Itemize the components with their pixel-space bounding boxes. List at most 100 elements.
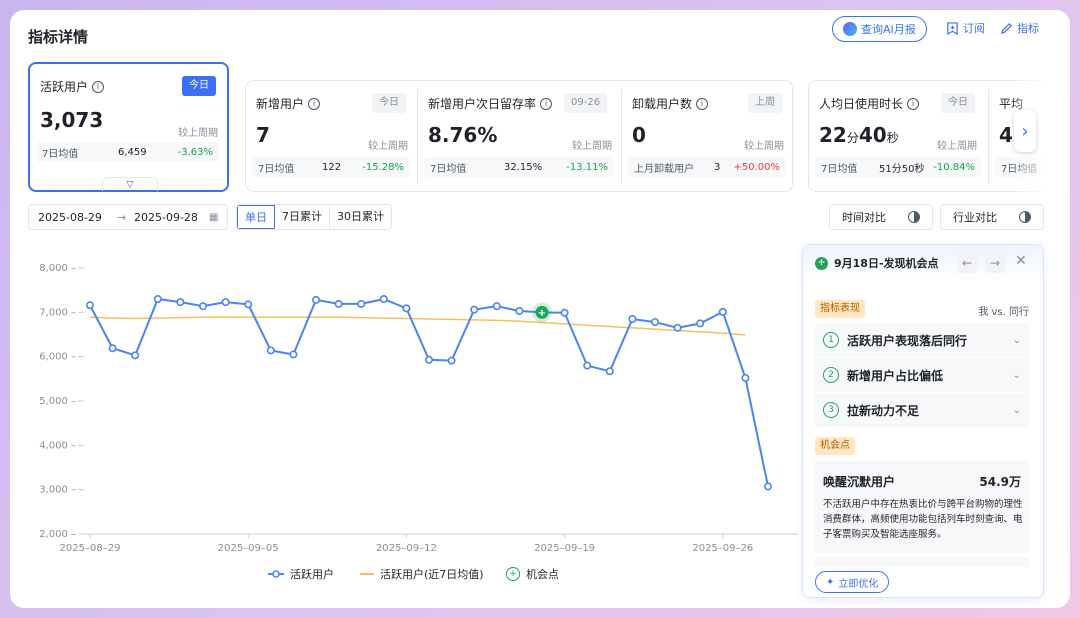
avg-label: 7日均值: [258, 163, 295, 175]
legend-label: 活跃用户(近7日均值): [380, 568, 484, 581]
chevron-down-icon: ⌄: [1012, 404, 1021, 416]
data-point: [379, 295, 388, 304]
opportunity-card[interactable]: 唤醒沉默用户 54.9万 不活跃用户中存在热衷比价与跨平台购物的理性消费群体，高…: [815, 461, 1029, 553]
avg-value: 32.15%: [504, 161, 543, 173]
page-title: 指标详情: [28, 28, 89, 46]
issue-item[interactable]: 2 新增用户占比偏低 ⌄: [815, 358, 1029, 392]
metric-name-text: 新增用户次日留存率: [428, 97, 537, 111]
ai-report-label: 查询AI月报: [861, 23, 916, 36]
metric-name-text: 新增用户: [256, 97, 305, 111]
legend-item-active-users[interactable]: 活跃用户: [268, 566, 334, 582]
metric-card-group-1: 新增用户 i 今日 7 较上周期 7日均值 122 -15.28% 新增用户次日留…: [245, 80, 793, 192]
metric-name-text: 活跃用户: [40, 80, 89, 94]
subscribe-label: 订阅: [963, 22, 985, 35]
optimize-label: 立即优化: [838, 578, 879, 590]
panel-title-text: 9月18日-发现机会点: [834, 257, 939, 270]
data-point: [718, 307, 727, 316]
x-tick-label: 2025–09–26: [692, 543, 753, 554]
opportunity-panel: + 9月18日-发现机会点 ← → ✕ 指标表现 我 vs. 同行 1 活跃用户…: [802, 244, 1044, 598]
info-icon[interactable]: i: [308, 97, 321, 110]
issue-item[interactable]: 1 活跃用户表现落后同行 ⌄: [815, 323, 1029, 357]
opportunity-title: 唤醒沉默用户: [823, 475, 896, 489]
x-tick-label: 2025–08–29: [60, 543, 121, 554]
tab-7-day[interactable]: 7日累计: [275, 205, 330, 229]
data-point: [628, 314, 637, 323]
scroll-right-chevron-icon[interactable]: ›: [1014, 110, 1036, 152]
seconds-unit: 秒: [886, 131, 899, 145]
data-point: [447, 356, 456, 365]
metric-period-tag: 今日: [941, 93, 975, 113]
metric-card-uninstall[interactable]: 卸载用户数 i 上周 0 较上周期 上月卸载用户 3 +50.00%: [622, 81, 792, 191]
metric-value: 7: [256, 123, 270, 147]
time-compare-label: 时间对比: [842, 211, 886, 224]
x-tick-label: 2025–09–05: [218, 543, 279, 554]
change-value: -13.11%: [566, 161, 608, 173]
data-point: [605, 367, 614, 376]
info-icon[interactable]: i: [92, 80, 105, 93]
metric-name-text: 人均日使用时长: [819, 97, 904, 111]
close-icon[interactable]: ✕: [1015, 253, 1027, 269]
end-date: 2025-09-28: [134, 210, 198, 224]
metric-value: 3,073: [40, 108, 104, 132]
arrow-right-icon: →: [117, 210, 127, 224]
info-icon[interactable]: i: [907, 97, 920, 110]
legend-label: 机会点: [526, 568, 559, 581]
avg-label: 7日均值: [821, 163, 858, 175]
data-point: [108, 344, 117, 353]
start-date: 2025-08-29: [38, 210, 102, 224]
tab-30-day[interactable]: 30日累计: [330, 205, 391, 229]
metric-name: 新增用户次日留存率 i: [428, 95, 553, 112]
metric-compare-label: 较上周期: [178, 128, 218, 139]
x-tick-label: 2025–09–12: [376, 543, 437, 554]
seconds-value: 40: [858, 123, 887, 147]
subscribe-button[interactable]: 订阅: [946, 20, 985, 36]
y-tick-label: 3,000 –: [39, 485, 76, 496]
collapse-chevron-icon[interactable]: ▽: [102, 177, 158, 191]
comparison-label: 我 vs. 同行: [978, 307, 1029, 318]
metric-period-tag: 09-26: [564, 93, 608, 113]
info-icon[interactable]: i: [696, 97, 709, 110]
ai-report-button[interactable]: 查询AI月报: [832, 16, 927, 42]
data-point: [176, 298, 185, 307]
next-card-edge: [815, 557, 1029, 567]
metrics-button[interactable]: 指标: [1000, 20, 1039, 36]
tab-single-day[interactable]: 单日: [237, 205, 275, 229]
metric-footer: 7日均值 51分50秒 -10.84%: [815, 157, 981, 177]
time-compare-button[interactable]: 时间对比: [829, 204, 933, 230]
data-point: [515, 307, 524, 316]
bookmark-plus-icon: [947, 21, 958, 35]
data-point: [470, 305, 479, 314]
industry-compare-button[interactable]: 行业对比: [940, 204, 1044, 230]
data-point: [131, 351, 140, 360]
metric-compare-label: 较上周期: [572, 141, 612, 152]
issue-number: 2: [823, 367, 839, 383]
info-icon[interactable]: i: [540, 97, 553, 110]
pen-icon: [1000, 22, 1012, 34]
issue-label: 新增用户占比偏低: [847, 368, 944, 383]
metric-card-usage-time[interactable]: 人均日使用时长 i 今日 22分40秒 较上周期 7日均值 51分50秒 -10.…: [809, 81, 987, 191]
issue-item[interactable]: 3 拉新动力不足 ⌄: [815, 393, 1029, 427]
ai-icon: [843, 22, 857, 36]
data-point: [221, 298, 230, 307]
next-arrow-icon[interactable]: →: [985, 253, 1005, 273]
opportunity-icon: +: [815, 256, 828, 270]
active-users-chart: 2,000 – 3,000 – 4,000 – 5,000 – 6,000 – 7,000…: [39, 263, 798, 554]
chevron-down-icon: ⌄: [1012, 369, 1021, 381]
y-tick-label: 5,000 –: [39, 396, 76, 407]
metric-card-active-users[interactable]: 活跃用户 i 今日 3,073 较上周期 7日均值 6,459 -3.63% ▽: [28, 62, 229, 192]
legend-item-opportunity[interactable]: + 机会点: [506, 566, 559, 582]
avg-value: 3: [714, 161, 721, 173]
industry-compare-label: 行业对比: [953, 211, 997, 224]
data-point: [334, 299, 343, 308]
y-tick-label: 6,000 –: [39, 352, 76, 363]
metric-card-new-users[interactable]: 新增用户 i 今日 7 较上周期 7日均值 122 -15.28%: [246, 81, 416, 191]
y-tick-label: 4,000 –: [39, 440, 76, 451]
optimize-button[interactable]: ✦ 立即优化: [815, 571, 890, 593]
metric-card-retention[interactable]: 新增用户次日留存率 i 09-26 8.76% 较上周期 7日均值 32.15% …: [418, 81, 620, 191]
legend-item-7day-avg[interactable]: 活跃用户(近7日均值): [360, 566, 484, 582]
prev-arrow-icon[interactable]: ←: [957, 253, 977, 273]
metric-name: 新增用户 i: [256, 95, 321, 112]
avg-label: 7日均值: [42, 148, 79, 160]
range-tabs: 单日 7日累计 30日累计: [236, 204, 392, 230]
date-range-picker[interactable]: 2025-08-29 → 2025-09-28 ▦: [28, 204, 228, 230]
